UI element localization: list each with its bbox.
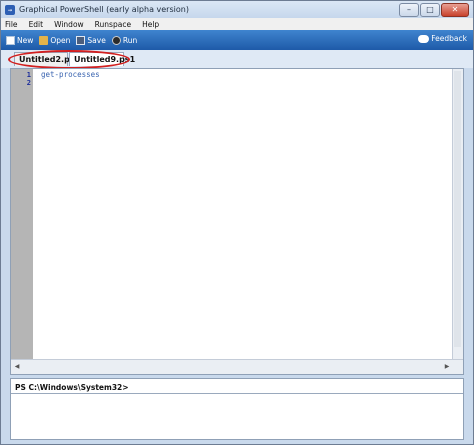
feedback-button-label: Feedback bbox=[431, 34, 467, 43]
console-prompt: PS C:\Windows\System32> bbox=[15, 383, 129, 392]
window-title: Graphical PowerShell (early alpha versio… bbox=[19, 5, 189, 14]
new-document-icon bbox=[6, 35, 15, 45]
line-number: 1 bbox=[26, 71, 31, 79]
menu-edit[interactable]: Edit bbox=[29, 20, 44, 29]
app-window: → Graphical PowerShell (early alpha vers… bbox=[0, 0, 474, 445]
tab-strip: Untitled2.ps1 Untitled9.ps1 bbox=[1, 50, 473, 69]
run-icon bbox=[111, 35, 121, 45]
powershell-app-icon: → bbox=[5, 4, 15, 15]
open-button[interactable]: Open bbox=[39, 35, 71, 45]
maximize-button[interactable]: □ bbox=[420, 3, 440, 17]
save-button-label: Save bbox=[87, 35, 106, 45]
new-button-label: New bbox=[17, 35, 34, 45]
line-number-gutter: 1 2 bbox=[11, 69, 33, 360]
menu-file[interactable]: File bbox=[5, 20, 18, 29]
tab-untitled9[interactable]: Untitled9.ps1 bbox=[69, 52, 135, 66]
scroll-right-icon[interactable]: ▶ bbox=[443, 362, 451, 371]
close-button[interactable]: ✕ bbox=[441, 3, 469, 17]
menu-runspace[interactable]: Runspace bbox=[95, 20, 131, 29]
menu-window[interactable]: Window bbox=[54, 20, 84, 29]
scroll-left-icon[interactable]: ◀ bbox=[13, 362, 21, 371]
vertical-scrollbar[interactable] bbox=[452, 69, 463, 360]
title-bar[interactable]: → Graphical PowerShell (early alpha vers… bbox=[1, 1, 473, 18]
run-button-label: Run bbox=[122, 35, 138, 45]
folder-open-icon bbox=[39, 35, 49, 45]
menu-help[interactable]: Help bbox=[142, 20, 159, 29]
console-pane[interactable]: PS C:\Windows\System32> bbox=[10, 378, 464, 440]
save-button[interactable]: Save bbox=[76, 35, 106, 45]
open-button-label: Open bbox=[50, 35, 71, 45]
horizontal-scrollbar[interactable]: ◀ ▶ bbox=[11, 359, 463, 374]
save-disk-icon bbox=[76, 35, 86, 45]
speech-bubble-icon bbox=[418, 34, 430, 43]
new-button[interactable]: New bbox=[6, 35, 34, 45]
line-number: 2 bbox=[26, 79, 31, 87]
code-line[interactable]: get-processes bbox=[41, 70, 100, 79]
run-button[interactable]: Run bbox=[111, 35, 138, 45]
feedback-button[interactable]: Feedback bbox=[418, 34, 467, 43]
console-input[interactable] bbox=[11, 394, 463, 439]
window-controls: – □ ✕ bbox=[399, 3, 469, 17]
toolbar: New Open Save Run Feedback bbox=[1, 30, 473, 50]
script-editor[interactable]: 1 2 get-processes ◀ ▶ bbox=[10, 68, 464, 375]
tab-untitled2[interactable]: Untitled2.ps1 bbox=[14, 52, 80, 66]
minimize-button[interactable]: – bbox=[399, 3, 419, 17]
menu-bar: File Edit Window Runspace Help bbox=[1, 18, 473, 30]
scrollbar-thumb[interactable] bbox=[454, 71, 461, 348]
